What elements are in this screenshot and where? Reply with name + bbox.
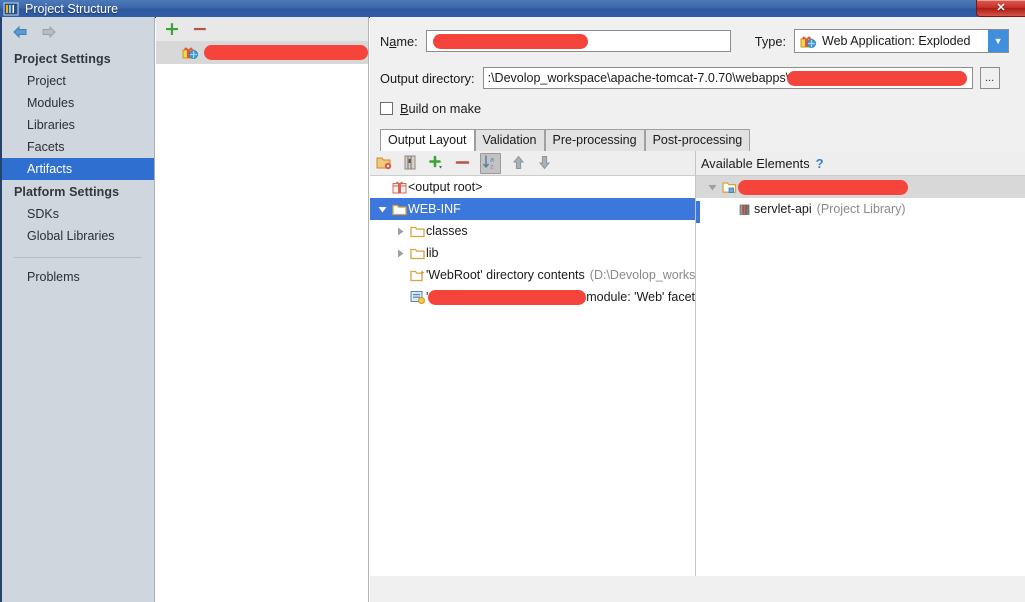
output-directory-input[interactable]: :\Devolop_workspace\apache-tomcat-7.0.70… [482, 67, 973, 89]
sidebar-item-libraries[interactable]: Libraries [2, 114, 154, 136]
tree-row-label: WEB-INF [408, 202, 461, 216]
available-elements-tree: servlet-api (Project Library) [696, 176, 1025, 576]
move-down-icon[interactable] [536, 155, 553, 172]
settings-sidebar: Project Settings Project Modules Librari… [0, 17, 155, 602]
tab-pre-processing[interactable]: Pre-processing [544, 129, 645, 151]
directory-contents-icon [408, 269, 426, 282]
tree-twisty-expanded[interactable] [374, 205, 390, 214]
build-on-make-checkbox[interactable] [380, 102, 393, 115]
layout-trees: <output root> WEB-INF classes lib 'WebRo… [370, 176, 1025, 576]
available-row-module[interactable] [696, 176, 1025, 198]
output-directory-label: Output directory: [380, 70, 475, 86]
title-bar: Project Structure ✕ [0, 0, 1025, 18]
sidebar-item-sdks[interactable]: SDKs [2, 203, 154, 225]
tree-row-webroot-directory-contents[interactable]: 'WebRoot' directory contents (D:\Devolop… [370, 264, 695, 286]
artifact-type-combobox[interactable]: Web Application: Exploded ▼ [794, 29, 1010, 53]
add-artifact-button[interactable]: + [164, 19, 180, 39]
tree-row-output-root[interactable]: <output root> [370, 176, 695, 198]
name-value-redacted [432, 33, 588, 49]
sidebar-item-artifacts[interactable]: Artifacts [2, 158, 154, 180]
tree-row-label: lib [426, 246, 439, 260]
web-artifact-icon [181, 45, 199, 60]
help-icon[interactable]: ? [816, 156, 824, 171]
artifact-list-panel: + − [156, 17, 369, 602]
move-up-icon[interactable] [510, 155, 527, 172]
available-elements-header: Available Elements ? [696, 151, 1025, 176]
close-button[interactable]: ✕ [976, 0, 1025, 17]
create-directory-icon[interactable] [376, 155, 393, 172]
name-label: Name: [380, 33, 418, 49]
build-on-make-row: Build on make [370, 101, 1025, 116]
tab-output-layout[interactable]: Output Layout [380, 129, 475, 151]
tree-row-web-inf[interactable]: WEB-INF [370, 198, 695, 220]
artifact-detail-panel: Name: Type: Web Application: Exploded ▼ … [370, 17, 1025, 602]
close-icon: ✕ [996, 1, 1006, 14]
name-type-row: Name: Type: Web Application: Exploded ▼ [370, 29, 1025, 53]
web-artifact-icon [799, 34, 817, 49]
sidebar-item-problems[interactable]: Problems [2, 266, 154, 288]
create-archive-icon[interactable] [402, 155, 419, 172]
sidebar-divider [14, 257, 142, 258]
output-root-icon [390, 180, 408, 194]
library-icon [736, 203, 754, 216]
module-icon [720, 181, 738, 194]
sidebar-item-modules[interactable]: Modules [2, 92, 154, 114]
output-directory-redacted [787, 70, 968, 86]
tree-row-label: <output root> [408, 180, 483, 194]
module-name-redacted [428, 289, 587, 305]
tree-row-module-web-facet[interactable]: ' module: 'Web' facet [370, 286, 695, 308]
artifact-name-redacted [204, 45, 368, 60]
tree-row-hint: (D:\Devolop_works [589, 268, 696, 282]
tab-validation[interactable]: Validation [474, 129, 545, 151]
tree-row-label: 'WebRoot' directory contents [426, 268, 585, 282]
selection-indicator [696, 201, 700, 223]
tab-post-processing[interactable]: Post-processing [644, 129, 751, 151]
available-module-redacted [738, 179, 908, 195]
artifact-type-value: Web Application: Exploded [822, 34, 971, 48]
sidebar-item-global-libraries[interactable]: Global Libraries [2, 225, 154, 247]
tree-twisty-expanded[interactable] [704, 183, 720, 192]
project-structure-dialog: Project Structure ✕ Project Settings Pro… [0, 0, 1025, 602]
folder-icon [390, 203, 408, 216]
name-input[interactable] [425, 30, 731, 52]
sidebar-group-title-platform-settings: Platform Settings [14, 185, 120, 199]
available-elements-title: Available Elements [701, 155, 810, 171]
output-layout-toolbar: a z [370, 151, 696, 176]
sort-alphabetically-icon[interactable]: a z [480, 152, 501, 174]
remove-artifact-button[interactable]: − [192, 19, 208, 39]
window-title: Project Structure [25, 1, 119, 16]
output-layout-tree: <output root> WEB-INF classes lib 'WebRo… [370, 176, 696, 576]
artifact-list-toolbar: + − [156, 17, 368, 41]
available-row-label: servlet-api [754, 202, 812, 216]
tree-twisty-collapsed[interactable] [392, 249, 408, 258]
browse-output-directory-button[interactable]: ... [979, 67, 1000, 89]
sidebar-navigation [2, 17, 154, 47]
folder-icon [408, 247, 426, 260]
tree-row-label-suffix: module: 'Web' facet [586, 290, 695, 304]
type-label: Type: [754, 33, 787, 49]
tree-row-lib[interactable]: lib [370, 242, 695, 264]
svg-text:z: z [490, 162, 494, 170]
folder-icon [408, 225, 426, 238]
add-copy-icon[interactable] [428, 155, 445, 172]
arrow-left-icon[interactable] [12, 25, 29, 39]
output-directory-row: Output directory: :\Devolop_workspace\ap… [370, 67, 1025, 89]
tree-row-classes[interactable]: classes [370, 220, 695, 242]
detail-tabs: Output Layout Validation Pre-processing … [370, 129, 1025, 151]
available-row-hint: (Project Library) [816, 202, 906, 216]
chevron-down-icon[interactable]: ▼ [988, 30, 1009, 52]
module-output-icon [408, 290, 426, 304]
sidebar-item-facets[interactable]: Facets [2, 136, 154, 158]
tree-twisty-collapsed[interactable] [392, 227, 408, 236]
remove-icon[interactable] [454, 155, 471, 172]
available-row-servlet-api[interactable]: servlet-api (Project Library) [696, 198, 1025, 220]
arrow-right-icon[interactable] [40, 25, 57, 39]
artifact-list-item[interactable] [156, 41, 368, 64]
sidebar-item-project[interactable]: Project [2, 70, 154, 92]
intellij-idea-icon [3, 2, 19, 16]
tree-row-label: classes [426, 224, 468, 238]
output-directory-value: :\Devolop_workspace\apache-tomcat-7.0.70… [487, 71, 790, 85]
build-on-make-label: Build on make [400, 101, 482, 116]
sidebar-group-title-project-settings: Project Settings [14, 52, 111, 66]
